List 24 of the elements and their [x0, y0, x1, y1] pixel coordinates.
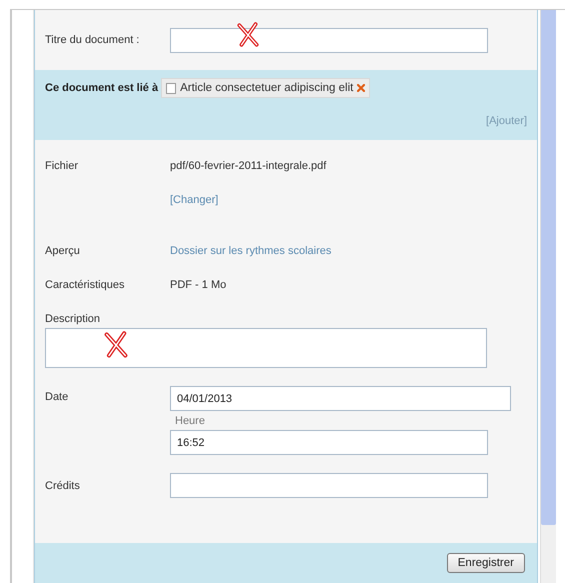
linked-item-tag[interactable]: Article consectetuer adipiscing elit — [161, 78, 370, 98]
field-label: Titre du document : — [45, 34, 140, 46]
document-icon — [166, 82, 176, 94]
file-info: PDF - 1 Mo — [170, 279, 228, 291]
save-button[interactable]: Enregistrer — [446, 553, 525, 573]
date-input[interactable]: 04/01/2013 — [170, 386, 511, 411]
field-label: Date — [45, 391, 70, 403]
field-label: Crédits — [45, 480, 81, 492]
cross-mark-icon — [102, 331, 130, 359]
cross-mark-icon — [235, 22, 261, 48]
file-path: pdf/60-fevrier-2011-integrale.pdf — [170, 160, 328, 172]
linked-item-title: Article consectetuer adipiscing elit — [180, 82, 354, 94]
field-label: Caractéristiques — [45, 279, 126, 291]
description-input[interactable] — [45, 328, 487, 368]
title-input[interactable] — [170, 28, 488, 52]
field-label: Heure — [174, 415, 206, 427]
field-label: Description — [45, 313, 102, 325]
linked-label: Ce document est lié à — [45, 82, 158, 94]
time-input[interactable]: 16:52 — [170, 430, 488, 455]
field-label: Aperçu — [45, 245, 81, 257]
credits-input[interactable] — [170, 473, 488, 498]
field-label: Fichier — [45, 160, 80, 172]
remove-icon[interactable] — [357, 84, 366, 92]
scrollbar-thumb[interactable] — [541, 10, 556, 525]
